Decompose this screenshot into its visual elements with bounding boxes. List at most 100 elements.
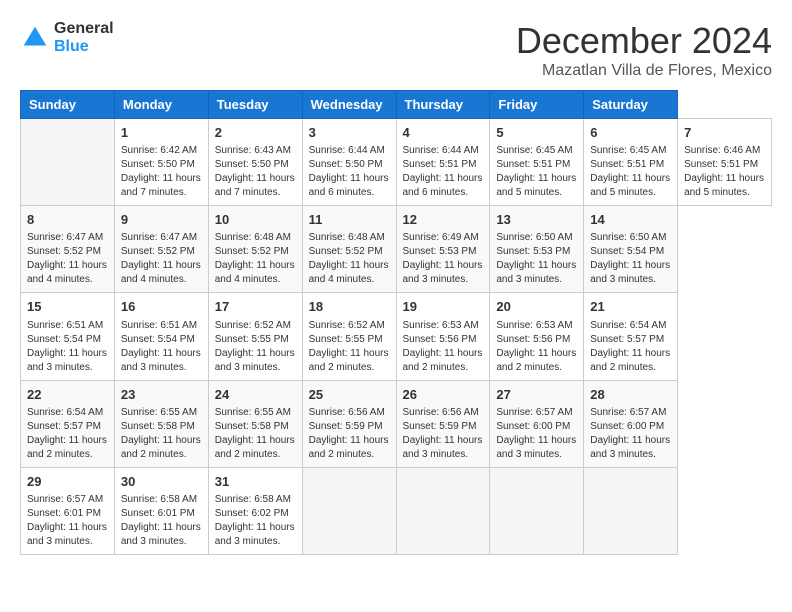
calendar-cell: 11Sunrise: 6:48 AMSunset: 5:52 PMDayligh… <box>302 206 396 293</box>
calendar-cell: 14Sunrise: 6:50 AMSunset: 5:54 PMDayligh… <box>584 206 678 293</box>
daylight-text: Daylight: 11 hours and 4 minutes. <box>121 260 201 285</box>
calendar-cell: 30Sunrise: 6:58 AMSunset: 6:01 PMDayligh… <box>114 467 208 554</box>
day-number: 3 <box>309 124 390 142</box>
calendar-cell: 27Sunrise: 6:57 AMSunset: 6:00 PMDayligh… <box>490 380 584 467</box>
calendar-table: SundayMondayTuesdayWednesdayThursdayFrid… <box>20 90 772 555</box>
day-number: 17 <box>215 298 296 316</box>
day-number: 18 <box>309 298 390 316</box>
sunset-text: Sunset: 5:52 PM <box>121 246 195 257</box>
daylight-text: Daylight: 11 hours and 7 minutes. <box>215 173 295 198</box>
calendar-cell: 13Sunrise: 6:50 AMSunset: 5:53 PMDayligh… <box>490 206 584 293</box>
sunset-text: Sunset: 6:00 PM <box>590 421 664 432</box>
day-number: 24 <box>215 386 296 404</box>
calendar-cell <box>396 467 490 554</box>
sunrise-text: Sunrise: 6:52 AM <box>309 320 385 331</box>
sunrise-text: Sunrise: 6:54 AM <box>590 320 666 331</box>
day-number: 5 <box>496 124 577 142</box>
sunrise-text: Sunrise: 6:58 AM <box>215 494 291 505</box>
sunset-text: Sunset: 5:53 PM <box>496 246 570 257</box>
day-number: 7 <box>684 124 765 142</box>
sunrise-text: Sunrise: 6:54 AM <box>27 407 103 418</box>
calendar-week-row: 29Sunrise: 6:57 AMSunset: 6:01 PMDayligh… <box>21 467 772 554</box>
daylight-text: Daylight: 11 hours and 3 minutes. <box>403 435 483 460</box>
daylight-text: Daylight: 11 hours and 3 minutes. <box>215 348 295 373</box>
calendar-cell: 21Sunrise: 6:54 AMSunset: 5:57 PMDayligh… <box>584 293 678 380</box>
day-number: 19 <box>403 298 484 316</box>
calendar-cell: 29Sunrise: 6:57 AMSunset: 6:01 PMDayligh… <box>21 467 115 554</box>
sunrise-text: Sunrise: 6:44 AM <box>309 145 385 156</box>
daylight-text: Daylight: 11 hours and 5 minutes. <box>684 173 764 198</box>
daylight-text: Daylight: 11 hours and 4 minutes. <box>215 260 295 285</box>
sunset-text: Sunset: 5:50 PM <box>215 159 289 170</box>
sunset-text: Sunset: 5:54 PM <box>27 334 101 345</box>
calendar-header-row: SundayMondayTuesdayWednesdayThursdayFrid… <box>21 91 772 119</box>
logo-text: General Blue <box>54 20 114 55</box>
calendar-header-friday: Friday <box>490 91 584 119</box>
daylight-text: Daylight: 11 hours and 3 minutes. <box>27 522 107 547</box>
sunrise-text: Sunrise: 6:53 AM <box>496 320 572 331</box>
sunset-text: Sunset: 5:51 PM <box>590 159 664 170</box>
calendar-cell <box>584 467 678 554</box>
sunset-text: Sunset: 6:01 PM <box>121 508 195 519</box>
calendar-cell: 12Sunrise: 6:49 AMSunset: 5:53 PMDayligh… <box>396 206 490 293</box>
sunrise-text: Sunrise: 6:57 AM <box>27 494 103 505</box>
daylight-text: Daylight: 11 hours and 4 minutes. <box>309 260 389 285</box>
day-number: 2 <box>215 124 296 142</box>
title-area: December 2024 Mazatlan Villa de Flores, … <box>516 20 772 80</box>
calendar-week-row: 15Sunrise: 6:51 AMSunset: 5:54 PMDayligh… <box>21 293 772 380</box>
daylight-text: Daylight: 11 hours and 3 minutes. <box>590 435 670 460</box>
daylight-text: Daylight: 11 hours and 2 minutes. <box>27 435 107 460</box>
calendar-cell: 6Sunrise: 6:45 AMSunset: 5:51 PMDaylight… <box>584 119 678 206</box>
location-title: Mazatlan Villa de Flores, Mexico <box>516 62 772 80</box>
calendar-cell <box>21 119 115 206</box>
calendar-cell: 2Sunrise: 6:43 AMSunset: 5:50 PMDaylight… <box>208 119 302 206</box>
day-number: 14 <box>590 211 671 229</box>
sunset-text: Sunset: 5:52 PM <box>309 246 383 257</box>
daylight-text: Daylight: 11 hours and 3 minutes. <box>403 260 483 285</box>
daylight-text: Daylight: 11 hours and 2 minutes. <box>309 435 389 460</box>
sunrise-text: Sunrise: 6:55 AM <box>121 407 197 418</box>
daylight-text: Daylight: 11 hours and 3 minutes. <box>121 348 201 373</box>
sunrise-text: Sunrise: 6:56 AM <box>309 407 385 418</box>
daylight-text: Daylight: 11 hours and 2 minutes. <box>403 348 483 373</box>
sunset-text: Sunset: 5:52 PM <box>215 246 289 257</box>
daylight-text: Daylight: 11 hours and 5 minutes. <box>496 173 576 198</box>
sunset-text: Sunset: 5:52 PM <box>27 246 101 257</box>
day-number: 10 <box>215 211 296 229</box>
month-title: December 2024 <box>516 20 772 62</box>
sunrise-text: Sunrise: 6:48 AM <box>309 232 385 243</box>
daylight-text: Daylight: 11 hours and 2 minutes. <box>496 348 576 373</box>
day-number: 20 <box>496 298 577 316</box>
sunset-text: Sunset: 5:51 PM <box>403 159 477 170</box>
day-number: 4 <box>403 124 484 142</box>
daylight-text: Daylight: 11 hours and 4 minutes. <box>27 260 107 285</box>
day-number: 23 <box>121 386 202 404</box>
sunrise-text: Sunrise: 6:48 AM <box>215 232 291 243</box>
calendar-cell: 1Sunrise: 6:42 AMSunset: 5:50 PMDaylight… <box>114 119 208 206</box>
calendar-cell: 18Sunrise: 6:52 AMSunset: 5:55 PMDayligh… <box>302 293 396 380</box>
day-number: 8 <box>27 211 108 229</box>
calendar-week-row: 1 Sunrise: 6:42 AM Sunset: 5:50 PM Daylight… <box>21 119 772 206</box>
sunset-text: Sunset: 5:58 PM <box>215 421 289 432</box>
calendar-cell <box>490 467 584 554</box>
calendar-cell: 16Sunrise: 6:51 AMSunset: 5:54 PMDayligh… <box>114 293 208 380</box>
sunrise-text: Sunrise: 6:53 AM <box>403 320 479 331</box>
daylight-text: Daylight: 11 hours and 2 minutes. <box>309 348 389 373</box>
sunset-text: Sunset: 5:51 PM <box>684 159 758 170</box>
sunset-text: Sunset: 5:57 PM <box>27 421 101 432</box>
sunrise-text: Sunrise: 6:42 AM <box>121 145 197 156</box>
daylight-text: Daylight: 11 hours and 5 minutes. <box>590 173 670 198</box>
calendar-cell: 4Sunrise: 6:44 AMSunset: 5:51 PMDaylight… <box>396 119 490 206</box>
sunset-text: Sunset: 5:51 PM <box>496 159 570 170</box>
daylight-text: Daylight: 11 hours and 6 minutes. <box>403 173 483 198</box>
day-number: 1 <box>121 124 202 142</box>
calendar-cell: 9Sunrise: 6:47 AMSunset: 5:52 PMDaylight… <box>114 206 208 293</box>
calendar-header-tuesday: Tuesday <box>208 91 302 119</box>
logo-general-text: General <box>54 20 114 38</box>
sunrise-text: Sunrise: 6:46 AM <box>684 145 760 156</box>
calendar-cell: 31Sunrise: 6:58 AMSunset: 6:02 PMDayligh… <box>208 467 302 554</box>
calendar-cell: 8Sunrise: 6:47 AMSunset: 5:52 PMDaylight… <box>21 206 115 293</box>
calendar-cell: 22Sunrise: 6:54 AMSunset: 5:57 PMDayligh… <box>21 380 115 467</box>
sunrise-text: Sunrise: 6:52 AM <box>215 320 291 331</box>
day-number: 30 <box>121 473 202 491</box>
